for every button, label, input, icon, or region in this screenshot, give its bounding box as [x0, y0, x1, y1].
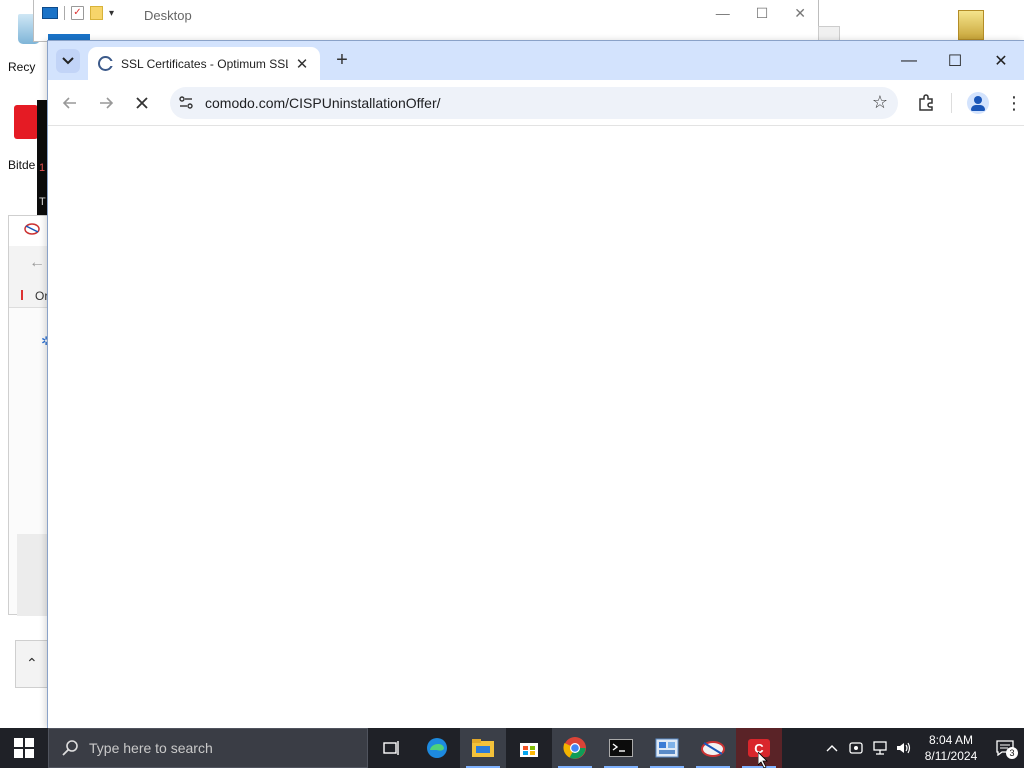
network-icon[interactable] [868, 728, 892, 768]
browser-minimize-button[interactable]: — [886, 41, 932, 80]
volume-icon[interactable] [892, 728, 916, 768]
tab-ssl-certificates[interactable]: SSL Certificates - Optimum SSL ✕ [88, 47, 320, 80]
arrow-left-icon [62, 97, 76, 109]
clock-time: 8:04 AM [928, 733, 974, 747]
system-tray: 8:04 AM 8/11/2024 3 [820, 728, 1024, 768]
forward-button[interactable] [92, 89, 120, 117]
browser-close-button[interactable]: ✕ [978, 41, 1024, 80]
taskbar-comodo-dragon[interactable] [690, 728, 736, 768]
taskbar-edge[interactable] [414, 728, 460, 768]
site-info-icon[interactable] [178, 95, 194, 111]
action-center-button[interactable]: 3 [986, 728, 1024, 768]
taskbar: Type here to search C 8:04 AM 8/11/2024 … [0, 728, 1024, 768]
recycle-bin-label: Recy [8, 60, 36, 74]
properties-icon[interactable]: ✓ [71, 6, 84, 20]
chevron-down-icon[interactable]: ▾ [109, 8, 114, 19]
menu-button[interactable]: ⋮ [1000, 89, 1024, 117]
tray-comodo-icon[interactable] [844, 728, 868, 768]
notification-badge: 3 [1006, 747, 1018, 759]
tab-close-icon[interactable]: ✕ [294, 55, 310, 73]
background-window-bottom[interactable]: ⌃ [15, 640, 49, 688]
show-hidden-icons-button[interactable] [820, 728, 844, 768]
speaker-icon [897, 742, 911, 754]
browser-window[interactable]: SSL Certificates - Optimum SSL ✕ + — ☐ ✕ [47, 40, 1024, 728]
network-icon [873, 741, 887, 755]
mouse-cursor-icon [758, 752, 768, 768]
profile-avatar-icon [967, 92, 989, 114]
chevron-up-icon: ⌃ [26, 655, 38, 671]
taskbar-file-explorer[interactable] [460, 728, 506, 768]
chevron-up-icon [826, 745, 838, 752]
arrow-right-icon [100, 97, 114, 109]
url-text[interactable]: comodo.com/CISPUninstallationOffer/ [205, 95, 441, 111]
file-explorer-window[interactable]: ✓ ▾ Desktop — ☐ ✕ [33, 0, 819, 42]
shield-icon [849, 742, 863, 754]
minimize-button[interactable]: — [716, 5, 730, 22]
stop-loading-button[interactable] [128, 89, 156, 117]
taskbar-chrome[interactable] [552, 728, 598, 768]
taskbar-clock[interactable]: 8:04 AM 8/11/2024 [916, 732, 986, 764]
back-arrow-icon: ← [29, 254, 45, 271]
bitdefender-label: Bitde [8, 158, 36, 172]
more-vert-icon: ⋮ [1005, 92, 1023, 113]
profile-button[interactable] [964, 89, 992, 117]
taskbar-store[interactable] [506, 728, 552, 768]
comodo-dragon-icon [701, 741, 725, 757]
back-button[interactable] [56, 89, 84, 117]
tab-title: SSL Certificates - Optimum SSL [121, 56, 288, 71]
store-icon [520, 743, 538, 757]
maximize-button[interactable]: ☐ [756, 5, 769, 22]
clock-date: 8/11/2024 [924, 749, 978, 763]
extensions-button[interactable] [912, 89, 940, 117]
taskbar-search-input[interactable]: Type here to search [48, 728, 368, 768]
start-button[interactable] [0, 728, 48, 768]
folder-icon [472, 739, 494, 757]
taskbar-terminal[interactable] [598, 728, 644, 768]
comodo-favicon-icon [98, 56, 114, 71]
chrome-icon [563, 737, 586, 759]
browser-toolbar: comodo.com/CISPUninstallationOffer/ ☆ ⋮ [48, 80, 1024, 126]
close-button[interactable]: ✕ [794, 5, 806, 22]
tab-strip: SSL Certificates - Optimum SSL ✕ + — ☐ ✕ [48, 41, 1024, 80]
computer-icon [42, 7, 58, 19]
folder-icon[interactable] [90, 6, 103, 20]
stop-icon [136, 97, 148, 109]
search-placeholder: Type here to search [89, 740, 213, 756]
desktop-file-icon[interactable] [958, 10, 984, 40]
puzzle-icon [919, 94, 933, 111]
task-view-button[interactable] [368, 728, 414, 768]
new-tab-button[interactable]: + [330, 49, 354, 73]
background-window[interactable]: ← Or ✲ [8, 215, 51, 616]
page-content[interactable] [48, 127, 1024, 728]
search-icon [62, 740, 78, 756]
comodo-dragon-icon [24, 223, 40, 235]
browser-maximize-button[interactable]: ☐ [932, 41, 978, 80]
task-view-icon [383, 741, 399, 755]
taskbar-control-panel[interactable] [644, 728, 690, 768]
bookmark-star-icon[interactable]: ☆ [872, 92, 888, 113]
edge-icon [427, 738, 447, 758]
tab-search-button[interactable] [56, 49, 80, 73]
control-panel-icon [655, 738, 679, 758]
chevron-down-icon [62, 57, 74, 65]
explorer-title: Desktop [144, 8, 192, 23]
address-bar[interactable]: comodo.com/CISPUninstallationOffer/ ☆ [170, 87, 898, 119]
windows-logo-icon [14, 738, 34, 758]
terminal-icon [609, 739, 633, 757]
